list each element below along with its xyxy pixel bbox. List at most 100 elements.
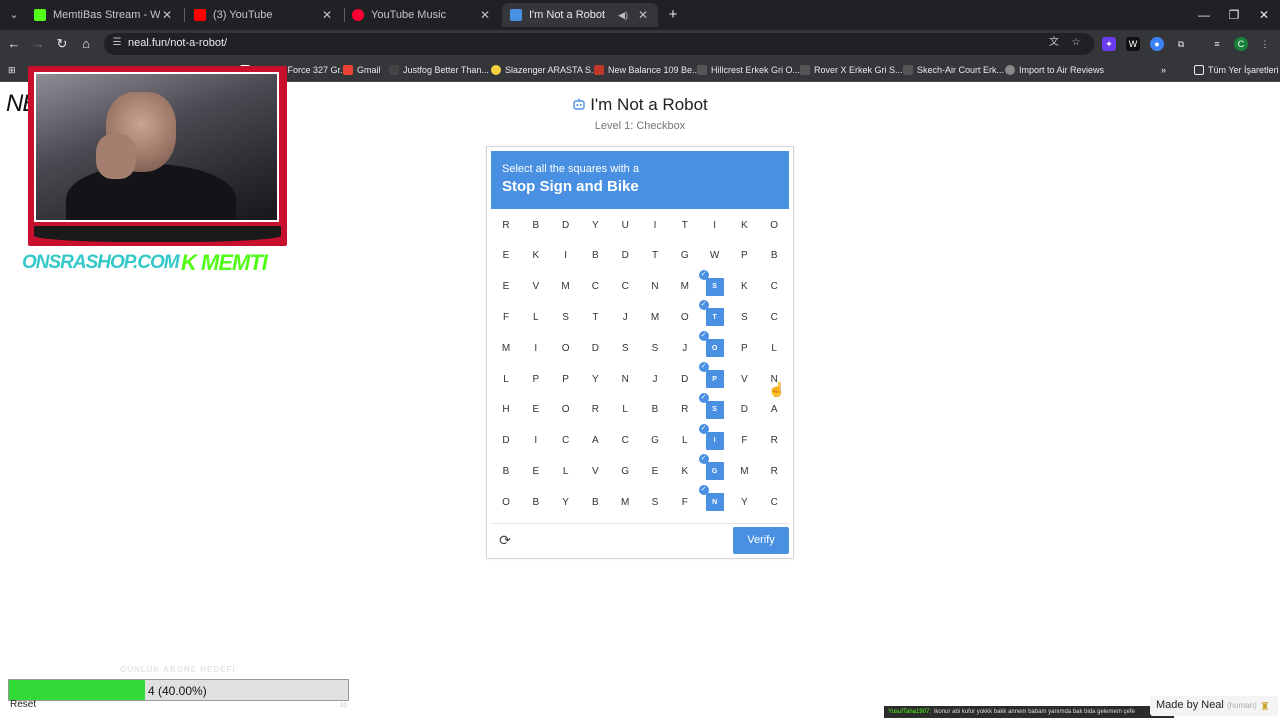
captcha-cell[interactable]: P	[524, 367, 548, 391]
captcha-cell[interactable]: L	[554, 459, 578, 483]
captcha-cell[interactable]: C	[762, 275, 786, 299]
captcha-cell[interactable]: G	[643, 429, 667, 453]
captcha-cell[interactable]: C	[762, 305, 786, 329]
captcha-cell[interactable]: K	[732, 213, 756, 237]
captcha-cell[interactable]: S	[613, 336, 637, 360]
captcha-cell[interactable]: E	[524, 398, 548, 422]
captcha-cell[interactable]: M	[673, 275, 697, 299]
captcha-cell[interactable]: O	[673, 305, 697, 329]
apps-icon[interactable]: ⊞	[8, 63, 16, 77]
extension-icon[interactable]: ●	[1150, 37, 1164, 51]
captcha-cell[interactable]: B	[583, 244, 607, 268]
captcha-cell[interactable]: G	[613, 459, 637, 483]
window-close-icon[interactable]: ✕	[1254, 6, 1274, 24]
tab-not-a-robot[interactable]: I'm Not a Robot ◀) ✕	[502, 3, 658, 27]
captcha-cell[interactable]: C	[583, 275, 607, 299]
captcha-cell[interactable]: U	[613, 213, 637, 237]
captcha-cell[interactable]: N	[613, 367, 637, 391]
captcha-cell[interactable]: F	[673, 490, 697, 514]
captcha-cell[interactable]: J	[643, 367, 667, 391]
bookmark-item[interactable]: Skech-Air Court Erk...	[903, 63, 1004, 77]
captcha-cell[interactable]: C	[554, 429, 578, 453]
captcha-cell[interactable]: J	[673, 336, 697, 360]
captcha-cell[interactable]: T	[583, 305, 607, 329]
captcha-cell[interactable]: D	[583, 336, 607, 360]
captcha-cell[interactable]: D	[613, 244, 637, 268]
captcha-cell[interactable]: B	[494, 459, 518, 483]
captcha-cell[interactable]: R	[673, 398, 697, 422]
extension-icon[interactable]: ✦	[1102, 37, 1116, 51]
captcha-cell[interactable]: O	[554, 398, 578, 422]
captcha-cell[interactable]: K	[524, 244, 548, 268]
bookmark-item[interactable]: Slazenger ARASTA S...	[491, 63, 598, 77]
captcha-cell[interactable]: N	[643, 275, 667, 299]
captcha-cell[interactable]: S	[643, 490, 667, 514]
captcha-cell[interactable]: M	[643, 305, 667, 329]
captcha-cell-selected[interactable]: I	[705, 431, 724, 450]
verify-button[interactable]: Verify	[733, 527, 789, 554]
forward-icon[interactable]: →	[28, 34, 48, 54]
close-icon[interactable]: ✕	[478, 8, 492, 22]
captcha-cell-selected[interactable]: P	[705, 370, 724, 388]
captcha-cell[interactable]: G	[673, 244, 697, 268]
refresh-icon[interactable]: ⟳	[497, 532, 513, 548]
close-icon[interactable]: ✕	[320, 8, 334, 22]
captcha-cell[interactable]: I	[524, 429, 548, 453]
captcha-cell[interactable]: B	[524, 213, 548, 237]
captcha-cell-selected[interactable]: G	[705, 462, 724, 481]
translate-icon[interactable]: 文	[1048, 37, 1060, 49]
captcha-cell[interactable]: O	[762, 213, 786, 237]
captcha-cell[interactable]: Y	[732, 490, 756, 514]
captcha-cell[interactable]: V	[524, 275, 548, 299]
star-icon[interactable]: ☆	[1070, 37, 1082, 49]
close-icon[interactable]: ✕	[636, 8, 650, 22]
captcha-cell[interactable]: P	[732, 336, 756, 360]
captcha-cell[interactable]: D	[673, 367, 697, 391]
captcha-cell[interactable]: Y	[583, 213, 607, 237]
tab-youtube[interactable]: (3) YouTube ✕	[186, 3, 342, 27]
captcha-cell[interactable]: S	[643, 336, 667, 360]
captcha-cell[interactable]: P	[732, 244, 756, 268]
captcha-cell[interactable]: D	[732, 398, 756, 422]
captcha-cell[interactable]: T	[643, 244, 667, 268]
captcha-cell-selected[interactable]: S	[705, 400, 724, 419]
captcha-cell[interactable]: C	[613, 429, 637, 453]
captcha-cell[interactable]: J	[613, 305, 637, 329]
captcha-cell[interactable]: R	[583, 398, 607, 422]
address-bar[interactable]: ☰ neal.fun/not-a-robot/ 文 ☆	[104, 33, 1094, 55]
captcha-cell[interactable]: R	[762, 429, 786, 453]
captcha-cell[interactable]: M	[494, 336, 518, 360]
extension-icon[interactable]: W	[1126, 37, 1140, 51]
captcha-cell[interactable]: L	[673, 429, 697, 453]
home-icon[interactable]: ⌂	[76, 34, 96, 54]
captcha-cell[interactable]: C	[762, 490, 786, 514]
reload-icon[interactable]: ↻	[52, 34, 72, 54]
captcha-cell[interactable]: O	[494, 490, 518, 514]
captcha-cell[interactable]: L	[762, 336, 786, 360]
tab-search-button[interactable]: ⌄	[4, 5, 24, 25]
captcha-cell[interactable]: B	[583, 490, 607, 514]
captcha-cell[interactable]: V	[583, 459, 607, 483]
captcha-cell[interactable]: S	[732, 305, 756, 329]
captcha-cell[interactable]: R	[494, 213, 518, 237]
captcha-cell[interactable]: K	[732, 275, 756, 299]
speaker-icon[interactable]: ◀)	[618, 10, 628, 21]
tab-memtibas-stream[interactable]: MemtiBas Stream - Watch Live ✕	[26, 3, 182, 27]
bookmark-item[interactable]: Justfog Better Than...	[389, 63, 489, 77]
more-bookmarks-icon[interactable]: »	[1161, 63, 1166, 77]
captcha-cell[interactable]: B	[524, 490, 548, 514]
reading-list-icon[interactable]: ≡	[1210, 37, 1224, 51]
captcha-cell[interactable]: F	[494, 305, 518, 329]
profile-avatar[interactable]: C	[1234, 37, 1248, 51]
bookmark-item[interactable]: New Balance 109 Be...	[594, 63, 700, 77]
restore-icon[interactable]: ❐	[1224, 6, 1244, 24]
captcha-cell[interactable]: B	[762, 244, 786, 268]
new-tab-button[interactable]: +	[664, 6, 682, 24]
captcha-cell[interactable]: Y	[583, 367, 607, 391]
captcha-cell-selected[interactable]: S	[705, 277, 724, 296]
back-icon[interactable]: ←	[4, 34, 24, 54]
captcha-cell[interactable]: W	[703, 244, 727, 268]
captcha-cell[interactable]: A	[583, 429, 607, 453]
site-info-icon[interactable]: ☰	[111, 37, 123, 49]
captcha-cell[interactable]: I	[524, 336, 548, 360]
